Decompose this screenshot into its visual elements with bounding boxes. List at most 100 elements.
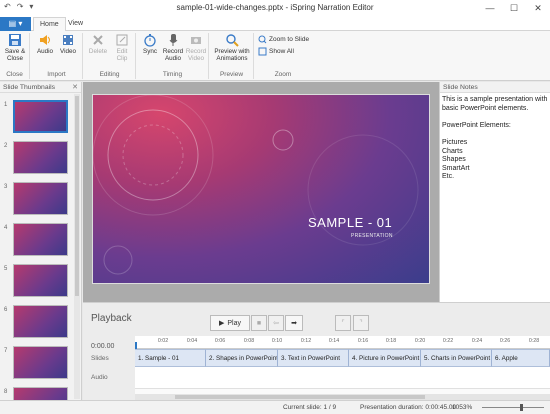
tick-label: 0:24: [471, 338, 483, 344]
delete-icon: [93, 35, 103, 45]
thumbnail-image: [13, 182, 68, 215]
slide-canvas: SAMPLE - 01 PRESENTATION: [83, 82, 439, 302]
thumbnail-image: [13, 141, 68, 174]
time-readout: 0:00.00: [91, 343, 115, 350]
play-label: Play: [227, 319, 241, 327]
notes-title: Slide Notes: [443, 84, 478, 91]
thumbnail-8[interactable]: 8: [0, 387, 82, 400]
scrollbar-thumb[interactable]: [75, 96, 79, 296]
tab-view[interactable]: View: [62, 17, 89, 31]
row-label-slides: Slides: [91, 355, 109, 362]
tick-label: 0:28: [528, 338, 540, 344]
thumbnail-image: [13, 346, 68, 379]
slide-segment[interactable]: 5. Charts in PowerPoint: [421, 349, 492, 367]
thumbnail-number: 6: [4, 307, 8, 313]
playback-title: Playback: [91, 313, 132, 324]
edit-clip-button[interactable]: Edit Clip: [109, 33, 135, 62]
slide-segment[interactable]: 1. Sample - 01: [135, 349, 206, 367]
tick-label: 0:10: [271, 338, 283, 344]
file-menu-button[interactable]: ▤ ▾: [0, 17, 31, 31]
preview-icon: [226, 34, 239, 47]
record-video-button[interactable]: Record Video: [183, 33, 209, 62]
play-button[interactable]: ▶ Play: [210, 315, 250, 331]
slide-segment[interactable]: 6. Apple: [492, 349, 550, 367]
duration-status: Presentation duration: 0:00:45.00: [360, 404, 457, 411]
close-button[interactable]: ✕: [526, 0, 550, 17]
group-import: Audio Video Import: [31, 33, 83, 79]
record-video-label: Record Video: [185, 48, 207, 62]
timeline-tracks: 1. Sample - 01 2. Shapes in PowerPoint 3…: [135, 349, 550, 394]
thumbnails-scrollbar[interactable]: [74, 94, 80, 399]
thumbnail-4[interactable]: 4: [0, 223, 82, 263]
import-video-button[interactable]: Video: [55, 33, 81, 55]
save-close-label: Save & Close: [4, 48, 26, 62]
tick-label: 0:08: [243, 338, 255, 344]
bracket-icon: ⌝: [359, 320, 363, 327]
group-label: Import: [47, 71, 66, 78]
zoom-level: 1053%: [452, 404, 473, 411]
group-preview: Preview with Animations Preview: [210, 33, 254, 79]
slide-subtitle: PRESENTATION: [351, 233, 393, 239]
audio-label: Audio: [36, 48, 54, 55]
thumbnail-number: 5: [4, 266, 8, 272]
status-bar: Current slide: 1 / 9 Presentation durati…: [0, 400, 550, 414]
slide-segment[interactable]: 3. Text in PowerPoint: [278, 349, 349, 367]
sync-label: Sync: [143, 48, 157, 55]
slide-segment[interactable]: 4. Picture in PowerPoint: [349, 349, 421, 367]
tick-label: 0:02: [157, 338, 169, 344]
delete-button[interactable]: Delete: [85, 33, 111, 55]
timeline-ruler[interactable]: 0:02 0:04 0:06 0:08 0:10 0:12 0:14 0:16 …: [135, 336, 550, 350]
record-audio-label: Record Audio: [162, 48, 184, 62]
zoom-to-slide-label: Zoom to Slide: [269, 36, 310, 43]
audio-track[interactable]: [135, 367, 550, 389]
previous-button[interactable]: ⇦: [268, 315, 284, 331]
close-icon[interactable]: ✕: [72, 82, 78, 93]
preview-button[interactable]: Preview with Animations: [211, 33, 253, 62]
tick-label: 0:26: [499, 338, 511, 344]
arrow-right-icon: ➡: [291, 320, 297, 327]
microphone-icon: [169, 34, 178, 46]
edit-clip-icon: [116, 34, 128, 46]
thumbnail-2[interactable]: 2: [0, 141, 82, 181]
marker-right-button[interactable]: ⌝: [353, 315, 369, 331]
show-all-button[interactable]: Show All: [258, 47, 294, 56]
thumbnail-5[interactable]: 5: [0, 264, 82, 304]
zoom-slider[interactable]: [482, 407, 544, 408]
tick-label: 0:22: [442, 338, 454, 344]
tab-home[interactable]: Home: [33, 17, 66, 32]
group-label: Close: [6, 71, 23, 78]
maximize-button[interactable]: ☐: [502, 0, 526, 17]
thumbnail-image: [13, 264, 68, 297]
zoom-slide-icon: [258, 35, 267, 44]
arrow-left-icon: ⇦: [273, 320, 279, 327]
bracket-icon: ⌜: [341, 320, 345, 327]
stopwatch-icon: [144, 34, 156, 47]
thumbnail-image: [13, 305, 68, 338]
camera-icon: [191, 37, 201, 44]
save-close-button[interactable]: Save & Close: [2, 33, 28, 62]
show-all-icon: [258, 47, 267, 56]
slide-thumbnails-panel: Slide Thumbnails ✕ 1 2 3 4 5 6 7 8: [0, 82, 82, 400]
notes-text[interactable]: This is a sample presentation with basic…: [440, 93, 550, 185]
thumbnails-title: Slide Thumbnails: [3, 84, 56, 91]
notes-header: Slide Notes: [440, 82, 550, 93]
thumbnail-image: [13, 387, 68, 400]
group-close: Save & Close Close: [0, 33, 30, 79]
next-button[interactable]: ➡: [285, 315, 303, 331]
thumbnail-3[interactable]: 3: [0, 182, 82, 222]
scrollbar-thumb[interactable]: [175, 395, 425, 399]
marker-left-button[interactable]: ⌜: [335, 315, 351, 331]
slide-segment[interactable]: 2. Shapes in PowerPoint: [206, 349, 278, 367]
playback-panel: Playback ▶ Play ■ ⇦ ➡ ⌜ ⌝ 0:00.00 Slides…: [83, 302, 550, 400]
stop-button[interactable]: ■: [251, 315, 267, 331]
thumbnail-6[interactable]: 6: [0, 305, 82, 345]
group-label: Preview: [219, 71, 244, 78]
thumbnail-7[interactable]: 7: [0, 346, 82, 386]
zoom-slider-knob[interactable]: [520, 404, 523, 411]
thumbnail-number: 8: [4, 389, 8, 395]
film-icon: [63, 35, 73, 45]
thumbnail-1[interactable]: 1: [0, 100, 82, 140]
thumbnail-number: 1: [4, 102, 8, 108]
zoom-to-slide-button[interactable]: Zoom to Slide: [258, 35, 309, 44]
minimize-button[interactable]: —: [478, 0, 502, 17]
